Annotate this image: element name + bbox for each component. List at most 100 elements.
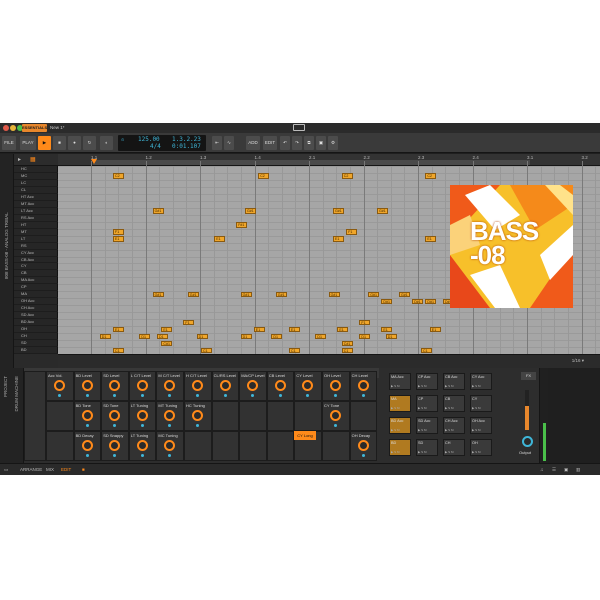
file-tab[interactable]: New 1* xyxy=(50,124,65,132)
modulation-dot[interactable] xyxy=(58,394,61,397)
piano-icon[interactable]: ▥ xyxy=(576,467,580,473)
drum-pad[interactable]: CY Acc ▶ S M xyxy=(470,373,492,390)
midi-note[interactable]: C1 xyxy=(113,347,124,354)
drum-key[interactable]: BD xyxy=(14,347,58,354)
play-button[interactable]: ▶ xyxy=(38,136,51,150)
pad-controls[interactable]: ▶ S M xyxy=(391,406,399,410)
drum-pad[interactable]: CP Acc ▶ S M xyxy=(416,373,438,390)
drum-key[interactable]: HC xyxy=(14,166,58,173)
midi-note[interactable]: D1 xyxy=(240,333,252,340)
midi-note[interactable]: E1 xyxy=(425,236,437,242)
midi-note[interactable]: C1 xyxy=(201,347,212,354)
horizontal-scrollbar[interactable]: 1/16 ▾ xyxy=(58,354,600,368)
midi-note[interactable]: E1 xyxy=(333,236,344,242)
param-knob[interactable] xyxy=(81,410,93,421)
param-knob[interactable] xyxy=(192,410,203,421)
close-window-icon[interactable] xyxy=(3,125,9,131)
param-knob[interactable] xyxy=(330,410,341,421)
midi-note[interactable]: E1 xyxy=(161,326,173,333)
edit-button[interactable]: EDIT xyxy=(263,136,277,150)
param-knob[interactable] xyxy=(330,380,341,391)
param-knob[interactable] xyxy=(357,380,369,391)
modulation-dot[interactable] xyxy=(140,454,144,457)
drum-key[interactable]: CB xyxy=(14,270,58,278)
drum-key[interactable]: OH xyxy=(14,326,58,334)
drum-pad[interactable]: OH ▶ S M xyxy=(470,439,492,456)
midi-note[interactable]: D1 xyxy=(196,333,208,340)
drum-pad[interactable]: CH Acc ▶ S M xyxy=(443,417,465,434)
drum-key[interactable]: MA xyxy=(14,291,58,299)
drum-pad[interactable]: MA Acc ▶ S M xyxy=(389,373,411,390)
midi-note[interactable]: D1 xyxy=(99,333,111,340)
param-knob[interactable] xyxy=(81,380,93,391)
midi-note[interactable]: D1 xyxy=(315,333,327,340)
tempo-value[interactable]: 125.00 xyxy=(138,136,160,143)
copy-icon[interactable]: ⧉ xyxy=(304,136,314,150)
modulation-dot[interactable] xyxy=(140,394,144,397)
midi-note[interactable]: C2 xyxy=(113,173,124,179)
midi-note[interactable]: E1 xyxy=(113,326,124,333)
instrument-icon[interactable]: ♫ xyxy=(540,467,543,473)
note-grid[interactable]: C2 C2 C2 C2 G#1 G#1 G#1 G#1 F#1 F1 F1 E1 E1 E1 E1 G#1 G#… xyxy=(58,166,600,354)
midi-note[interactable]: E1 xyxy=(337,326,349,333)
midi-note[interactable]: G#1 xyxy=(152,291,164,298)
midi-note[interactable]: D#1 xyxy=(412,298,424,305)
drum-machine-label[interactable]: DRUM MACHINE xyxy=(13,376,21,412)
grid-resolution-select[interactable]: 1/16 ▾ xyxy=(572,358,584,364)
drum-key[interactable]: MC xyxy=(14,173,58,180)
midi-note[interactable]: E1 xyxy=(289,326,300,333)
drum-key[interactable]: CH Acc xyxy=(14,305,58,313)
param-knob[interactable] xyxy=(274,380,286,391)
midi-note[interactable]: G#1 xyxy=(399,291,410,298)
midi-note[interactable]: F1 xyxy=(183,319,195,326)
drum-pad[interactable]: BD ▶ S M xyxy=(389,439,411,456)
drum-pad[interactable]: SD ▶ S M xyxy=(416,439,438,456)
drum-pad[interactable]: MA ▶ S M xyxy=(389,395,411,412)
param-knob[interactable] xyxy=(136,440,148,451)
midi-note[interactable]: E1 xyxy=(253,326,265,333)
pad-controls[interactable]: ▶ S M xyxy=(418,428,426,432)
pad-controls[interactable]: ▶ S M xyxy=(472,428,480,432)
time-signature[interactable]: 4/4 xyxy=(150,143,161,150)
param-knob[interactable] xyxy=(192,380,203,391)
midi-note[interactable]: D1 xyxy=(385,333,397,340)
pad-controls[interactable]: ▶ S M xyxy=(445,406,453,410)
drum-pad[interactable]: CY ▶ S M xyxy=(470,395,492,412)
midi-note[interactable]: D1 xyxy=(359,333,371,340)
pad-controls[interactable]: ▶ S M xyxy=(391,450,399,454)
param-knob[interactable] xyxy=(136,380,148,391)
drum-key[interactable]: HT xyxy=(14,222,58,229)
midi-note[interactable]: G#1 xyxy=(245,208,256,214)
modulation-dot[interactable] xyxy=(223,394,227,397)
drum-pad[interactable]: CP ▶ S M xyxy=(416,395,438,412)
settings-icon[interactable]: ⚙ xyxy=(328,136,338,150)
modulation-dot[interactable] xyxy=(140,424,144,427)
midi-note[interactable]: G#1 xyxy=(368,291,380,298)
play-menu-button[interactable]: PLAY xyxy=(20,136,36,150)
pad-controls[interactable]: ▶ S M xyxy=(472,450,480,454)
midi-note[interactable]: F1 xyxy=(346,229,358,235)
pad-controls[interactable]: ▶ S M xyxy=(418,406,426,410)
midi-note[interactable]: E1 xyxy=(113,236,124,242)
drum-key[interactable]: CY Acc xyxy=(14,250,58,257)
midi-note[interactable]: F1 xyxy=(113,229,124,235)
modulation-dot[interactable] xyxy=(334,424,337,427)
drum-pad[interactable]: SD Acc ▶ S M xyxy=(416,417,438,434)
drum-key[interactable]: BD Acc xyxy=(14,319,58,327)
midi-note[interactable]: D1 xyxy=(139,333,151,340)
fx-button[interactable]: FX xyxy=(521,372,536,380)
midi-note[interactable]: G#1 xyxy=(377,208,388,214)
pad-controls[interactable]: ▶ S M xyxy=(391,428,399,432)
midi-note[interactable]: F1 xyxy=(359,319,371,326)
midi-note[interactable]: G#1 xyxy=(333,208,344,214)
stop-button[interactable]: ■ xyxy=(53,136,66,150)
clip-color-icon[interactable]: ■ xyxy=(82,467,85,473)
metronome-icon[interactable]: ◐ xyxy=(100,136,113,150)
drum-key[interactable]: SD xyxy=(14,340,58,348)
browser-icon[interactable]: ☰ xyxy=(552,467,556,473)
drum-key[interactable]: LT Acc xyxy=(14,208,58,215)
record-button[interactable]: ● xyxy=(68,136,81,150)
param-knob[interactable] xyxy=(219,380,231,391)
midi-note[interactable]: D#1 xyxy=(381,298,393,305)
inspector-icon[interactable]: ▣ xyxy=(564,467,568,473)
